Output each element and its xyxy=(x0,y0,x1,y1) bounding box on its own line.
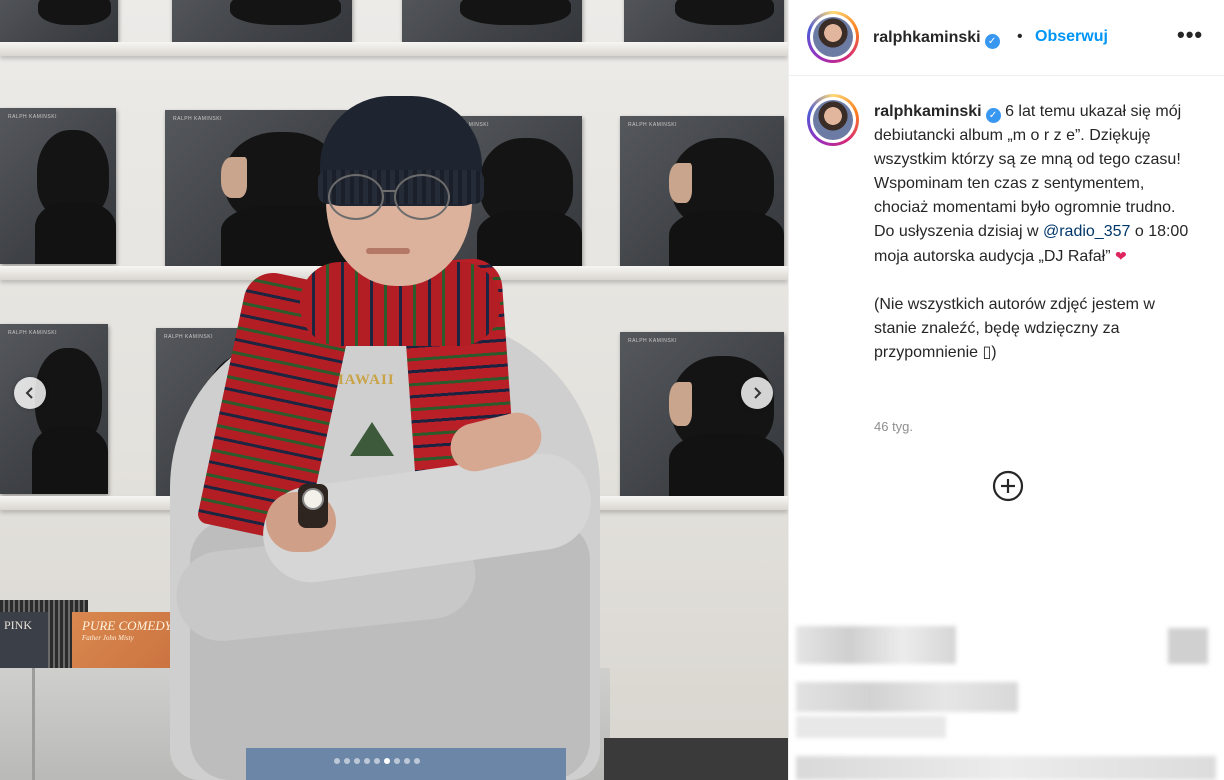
chevron-left-icon[interactable] xyxy=(14,377,46,409)
post-image[interactable]: RALPH KAMINSKI RALPH KAMINSKI RALPH KAMI… xyxy=(0,0,788,780)
carousel-dot xyxy=(404,758,410,764)
blurred-comment-box xyxy=(796,756,1216,780)
shelf-cabinet xyxy=(604,738,788,780)
carousel-dot xyxy=(394,758,400,764)
blurred-likes xyxy=(796,682,1018,712)
album-cover: RALPH KAMINSKI xyxy=(620,116,784,272)
separator-dot: • xyxy=(1017,28,1023,45)
caption-username[interactable]: ralphkaminski xyxy=(874,103,982,120)
caption-text: Do usłyszenia dzisiaj w xyxy=(874,223,1039,240)
shelf xyxy=(0,42,788,56)
album-cover: RALPH KAMINSKI xyxy=(0,324,108,494)
album-cover xyxy=(172,0,352,42)
mention-link[interactable]: @radio_357 xyxy=(1043,223,1130,240)
chevron-right-icon[interactable] xyxy=(741,377,773,409)
glasses xyxy=(328,174,456,226)
plus-circle-icon[interactable] xyxy=(992,470,1024,502)
carousel-dot xyxy=(344,758,350,764)
verified-badge-icon: ✓ xyxy=(984,34,1000,49)
blurred-date xyxy=(796,716,946,738)
carousel-dot xyxy=(334,758,340,764)
caption-text: (Nie wszystkich autorów zdjęć jestem w s… xyxy=(874,296,1155,361)
shirt-graphic: HAWAII xyxy=(330,366,416,476)
blurred-actions xyxy=(796,626,956,664)
vinyl-record: PINK xyxy=(0,612,48,668)
follow-button[interactable]: Obserwuj xyxy=(1035,28,1108,46)
avatar[interactable] xyxy=(807,94,859,146)
carousel-dot xyxy=(384,758,390,764)
post-timestamp[interactable]: 46 tyg. xyxy=(874,419,913,434)
username-link[interactable]: ralphkaminski ✓ xyxy=(873,29,1000,49)
carousel-dot xyxy=(414,758,420,764)
post-header: ralphkaminski ✓ • Obserwuj ••• xyxy=(789,0,1224,76)
album-cover: RALPH KAMINSKI xyxy=(0,108,116,264)
carousel-dot xyxy=(374,758,380,764)
carousel-dot xyxy=(364,758,370,764)
album-cover xyxy=(0,0,118,42)
album-cover xyxy=(402,0,582,42)
blurred-bookmark xyxy=(1168,628,1208,664)
post-caption: ralphkaminski ✓ 6 lat temu ukazał się mój… xyxy=(874,100,1190,365)
more-options-icon[interactable]: ••• xyxy=(1177,22,1203,48)
carousel-indicator xyxy=(334,758,420,764)
avatar[interactable] xyxy=(807,11,859,63)
carousel-dot xyxy=(354,758,360,764)
album-cover: RALPH KAMINSKI xyxy=(620,332,784,500)
heart-icon: ❤ xyxy=(1115,248,1127,264)
album-cover xyxy=(624,0,784,42)
verified-badge-icon: ✓ xyxy=(985,108,1001,123)
